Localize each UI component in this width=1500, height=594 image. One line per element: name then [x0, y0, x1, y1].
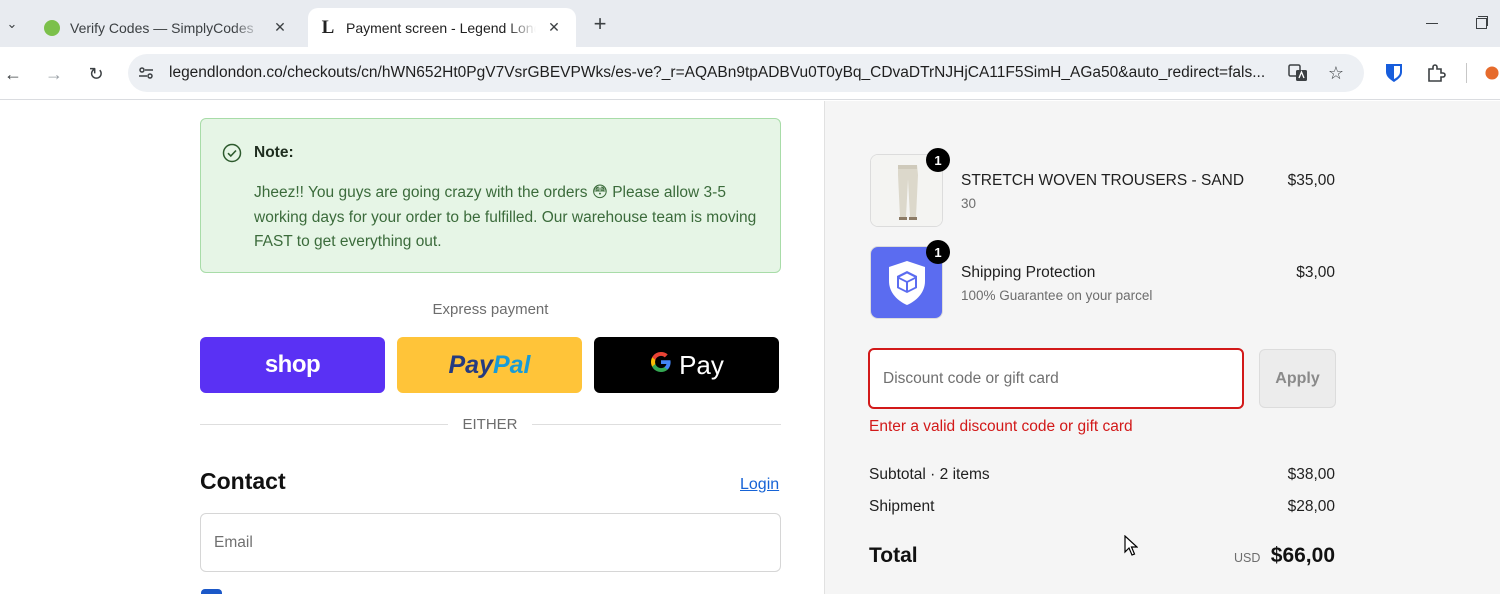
toolbar-separator — [1466, 63, 1467, 83]
new-tab-plus-icon[interactable]: + — [588, 11, 612, 36]
google-pay-button[interactable]: Pay — [594, 337, 779, 393]
tab-title: Verify Codes — SimplyCodes — [70, 19, 254, 36]
notice-banner: Note: Jheez!! You guys are going crazy w… — [200, 118, 781, 273]
bitwarden-shield-icon[interactable] — [1383, 62, 1405, 84]
apply-discount-button[interactable]: Apply — [1259, 349, 1336, 408]
checkout-page: Note: Jheez!! You guys are going crazy w… — [0, 101, 1500, 594]
contact-heading: Contact — [200, 468, 286, 494]
total-currency: USD — [1234, 551, 1261, 565]
discount-code-input[interactable] — [868, 348, 1244, 409]
item-price: $35,00 — [1287, 172, 1335, 189]
express-payment-label: Express payment — [432, 301, 549, 318]
browser-toolbar: ← → ↻ legendlondon.co/checkouts/cn/hWN65… — [0, 47, 1500, 100]
notice-body: Jheez!! You guys are going crazy with th… — [254, 184, 757, 250]
site-settings-icon[interactable] — [137, 64, 155, 82]
item-price: $3,00 — [1296, 264, 1335, 281]
profile-avatar-icon[interactable] — [1484, 62, 1500, 84]
tab-simplycodes[interactable]: Verify Codes — SimplyCodes ✕ — [32, 8, 302, 47]
mouse-cursor-icon — [1124, 534, 1139, 557]
translate-icon[interactable] — [1288, 63, 1308, 83]
total-label: Total — [869, 544, 918, 567]
tab-search-chevron-icon[interactable]: ⌄ — [0, 12, 24, 36]
close-tab-icon[interactable]: ✕ — [270, 18, 290, 38]
quantity-badge: 1 — [926, 148, 950, 172]
item-name: STRETCH WOVEN TROUSERS - SAND — [961, 172, 1245, 189]
paypal-logo-part2: Pal — [492, 350, 531, 379]
tab-legend-london[interactable]: L Payment screen - Legend London ✕ — [308, 8, 576, 47]
notice-title: Note: — [254, 144, 294, 161]
item-name: Shipping Protection — [961, 264, 1096, 281]
shop-pay-logo: shop — [264, 351, 321, 378]
paypal-button[interactable]: Pay Pal — [397, 337, 582, 393]
restore-window-icon[interactable] — [1476, 16, 1488, 29]
total-value: $66,00 — [1270, 544, 1335, 567]
google-pay-label: Pay — [679, 349, 724, 380]
google-g-icon — [649, 350, 673, 381]
tab-strip: ⌄ Verify Codes — SimplyCodes ✕ L Payment… — [0, 0, 1500, 47]
marketing-checkbox[interactable] — [201, 589, 222, 594]
minimize-window-icon[interactable] — [1422, 14, 1442, 34]
tab-title: Payment screen - Legend London — [346, 19, 536, 36]
quantity-badge: 1 — [926, 240, 950, 264]
either-divider-text: EITHER — [462, 416, 518, 433]
bookmark-star-icon[interactable]: ☆ — [1326, 63, 1346, 83]
divider-right — [532, 424, 781, 425]
email-input[interactable] — [200, 513, 781, 572]
login-link[interactable]: Login — [740, 476, 779, 494]
item-variant: 100% Guarantee on your parcel — [961, 288, 1153, 303]
divider-left — [200, 424, 448, 425]
extensions-puzzle-icon[interactable] — [1425, 62, 1447, 84]
simplycodes-favicon-icon — [44, 19, 60, 36]
paypal-logo-part1: Pay — [448, 350, 493, 379]
legend-l-favicon-icon: L — [321, 16, 335, 38]
item-variant: 30 — [961, 196, 977, 211]
shipment-label: Shipment — [869, 498, 935, 515]
discount-error-message: Enter a valid discount code or gift card — [869, 418, 1133, 435]
address-bar[interactable]: legendlondon.co/checkouts/cn/hWN652Ht0Pg… — [128, 54, 1364, 92]
url-text: legendlondon.co/checkouts/cn/hWN652Ht0Pg… — [169, 64, 1266, 81]
shipment-value: $28,00 — [1287, 498, 1335, 515]
subtotal-value: $38,00 — [1287, 466, 1335, 483]
close-tab-icon[interactable]: ✕ — [544, 18, 564, 38]
back-arrow-icon[interactable]: ← — [0, 61, 26, 87]
reload-icon[interactable]: ↻ — [83, 61, 109, 87]
subtotal-label: Subtotal · 2 items — [869, 466, 990, 483]
check-circle-icon — [222, 143, 242, 163]
shop-pay-button[interactable]: shop — [200, 337, 385, 393]
forward-arrow-icon[interactable]: → — [41, 61, 67, 87]
